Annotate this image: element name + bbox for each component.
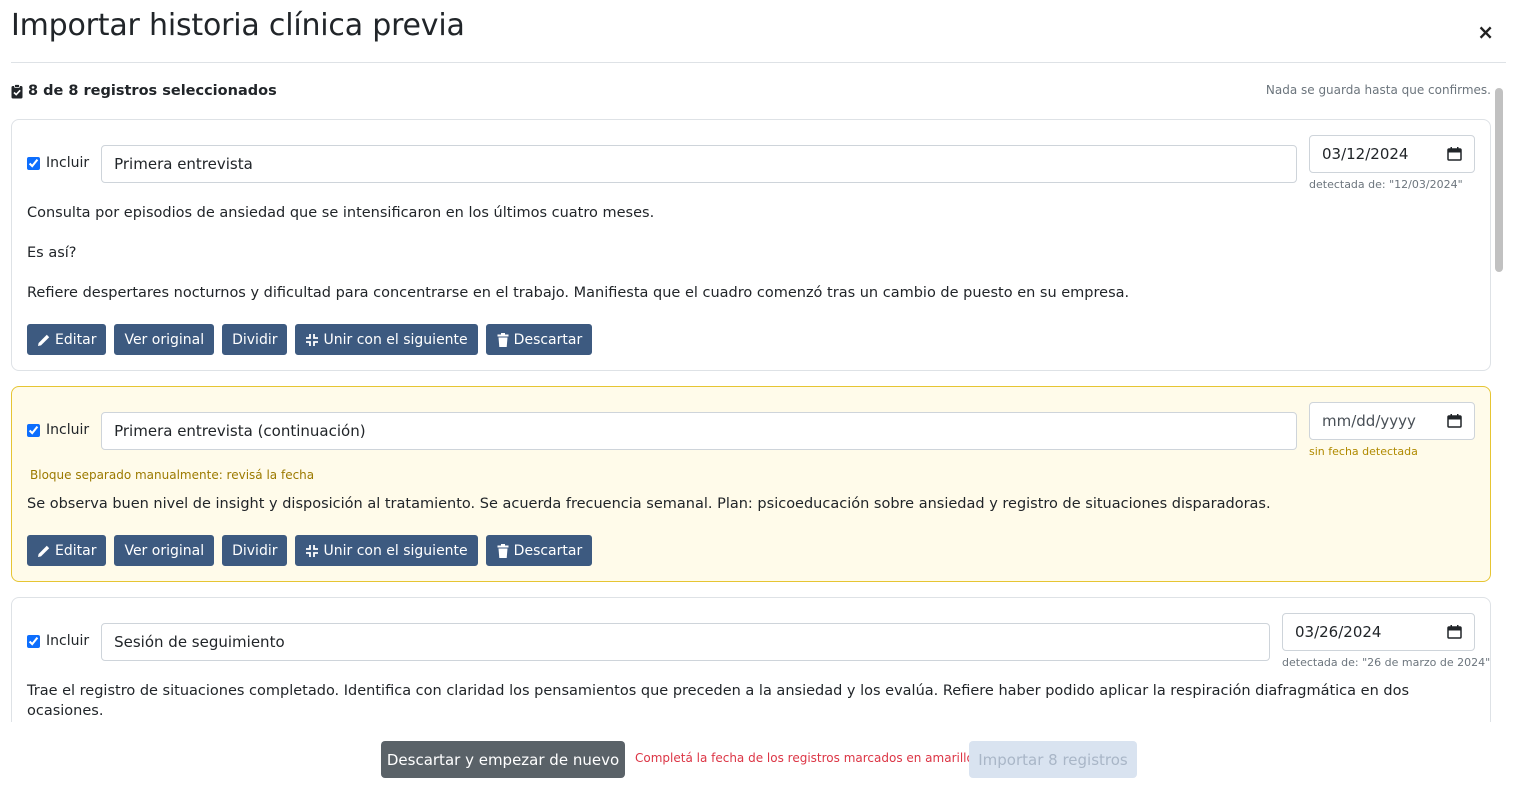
include-checkbox[interactable] — [27, 156, 40, 170]
selected-count-label: 8 de 8 registros seleccionados — [28, 83, 277, 99]
record-actions: Editar Ver original Dividir Unir con el … — [27, 535, 1475, 566]
view-original-label: Ver original — [124, 331, 205, 348]
edit-button[interactable]: Editar — [27, 324, 107, 355]
pencil-icon — [38, 334, 50, 346]
nothing-saved-note: Nada se guarda hasta que confirmes. — [1265, 83, 1491, 97]
clipboard-check-icon — [11, 83, 23, 98]
compress-icon — [306, 333, 319, 346]
date-input[interactable]: mm/dd/yyyy — [1309, 402, 1475, 440]
include-label: Incluir — [46, 422, 90, 438]
date-value: 03/12/2024 — [1322, 145, 1409, 163]
view-original-button[interactable]: Ver original — [114, 535, 215, 566]
edit-button[interactable]: Editar — [27, 535, 107, 566]
record-title-input[interactable] — [101, 412, 1297, 450]
record-paragraph: Es así? — [27, 245, 77, 261]
record-card: Incluir 03/26/2024 detectada de: "26 de … — [11, 597, 1491, 722]
missing-date-warning: Completá la fecha de los registros marca… — [635, 751, 974, 765]
date-value: mm/dd/yyyy — [1322, 412, 1416, 430]
date-hint: sin fecha detectada — [1309, 445, 1418, 458]
edit-button-label: Editar — [55, 542, 97, 559]
scrollbar-thumb[interactable] — [1495, 88, 1503, 272]
record-body: Trae el registro de situaciones completa… — [27, 681, 1475, 721]
record-actions: Editar Ver original Dividir Unir con el … — [27, 324, 1475, 355]
compress-icon — [306, 544, 319, 557]
edit-button-label: Editar — [55, 331, 97, 348]
selected-count: 8 de 8 registros seleccionados — [11, 83, 277, 99]
selection-summary: 8 de 8 registros seleccionados Nada se g… — [11, 80, 1491, 104]
trash-icon — [497, 332, 509, 347]
date-column: 03/26/2024 detectada de: "26 de marzo de… — [1282, 613, 1491, 669]
date-input[interactable]: 03/26/2024 — [1282, 613, 1475, 651]
calendar-icon[interactable] — [1447, 625, 1462, 639]
include-label: Incluir — [46, 155, 90, 171]
split-button[interactable]: Dividir — [222, 324, 288, 355]
date-column: mm/dd/yyyy sin fecha detectada — [1309, 402, 1475, 458]
view-original-label: Ver original — [124, 542, 205, 559]
record-body: Consulta por episodios de ansiedad que s… — [27, 203, 1475, 303]
record-card: Incluir 03/12/2024 detectada de: "12/03/… — [11, 119, 1491, 371]
discard-record-button[interactable]: Descartar — [485, 535, 593, 566]
merge-next-label: Unir con el siguiente — [323, 331, 468, 348]
merge-next-button[interactable]: Unir con el siguiente — [295, 324, 478, 355]
manual-split-warning: Bloque separado manualmente: revisá la f… — [30, 468, 315, 482]
view-original-button[interactable]: Ver original — [114, 324, 215, 355]
calendar-icon[interactable] — [1447, 414, 1462, 428]
modal-title: Importar historia clínica previa — [11, 8, 465, 43]
date-hint: detectada de: "26 de marzo de 2024" — [1282, 656, 1491, 669]
date-column: 03/12/2024 detectada de: "12/03/2024" — [1309, 135, 1475, 191]
close-icon[interactable]: × — [1477, 22, 1494, 42]
pencil-icon — [38, 545, 50, 557]
trash-icon — [497, 543, 509, 558]
date-value: 03/26/2024 — [1295, 623, 1382, 641]
record-title-input[interactable] — [101, 623, 1270, 661]
date-input[interactable]: 03/12/2024 — [1309, 135, 1475, 173]
split-label: Dividir — [232, 331, 278, 348]
record-body: Se observa buen nivel de insight y dispo… — [27, 494, 1475, 514]
include-toggle[interactable]: Incluir — [27, 613, 89, 649]
split-button[interactable]: Dividir — [222, 535, 288, 566]
merge-next-button[interactable]: Unir con el siguiente — [295, 535, 478, 566]
records-list[interactable]: Incluir 03/12/2024 detectada de: "12/03/… — [11, 119, 1491, 722]
discard-and-restart-button[interactable]: Descartar y empezar de nuevo — [381, 741, 625, 778]
record-title-input[interactable] — [101, 145, 1297, 183]
date-hint: detectada de: "12/03/2024" — [1309, 178, 1463, 191]
discard-record-label: Descartar — [513, 331, 583, 348]
include-label: Incluir — [46, 633, 90, 649]
record-paragraph: Trae el registro de situaciones completa… — [27, 683, 1409, 719]
calendar-icon[interactable] — [1447, 147, 1462, 161]
discard-record-label: Descartar — [513, 542, 583, 559]
record-paragraph: Se observa buen nivel de insight y dispo… — [27, 496, 1271, 512]
modal-header: Importar historia clínica previa × — [11, 0, 1506, 63]
include-checkbox[interactable] — [27, 423, 40, 437]
merge-next-label: Unir con el siguiente — [323, 542, 468, 559]
discard-record-button[interactable]: Descartar — [485, 324, 593, 355]
import-records-button[interactable]: Importar 8 registros — [969, 741, 1137, 778]
record-card-warning: Incluir mm/dd/yyyy sin fecha detectada B… — [11, 386, 1491, 582]
modal-footer: Descartar y empezar de nuevo Completá la… — [0, 722, 1513, 790]
record-paragraph: Consulta por episodios de ansiedad que s… — [27, 205, 655, 221]
include-checkbox[interactable] — [27, 634, 40, 648]
include-toggle[interactable]: Incluir — [27, 135, 89, 171]
include-toggle[interactable]: Incluir — [27, 402, 89, 438]
split-label: Dividir — [232, 542, 278, 559]
record-paragraph: Refiere despertares nocturnos y dificult… — [27, 285, 1130, 301]
